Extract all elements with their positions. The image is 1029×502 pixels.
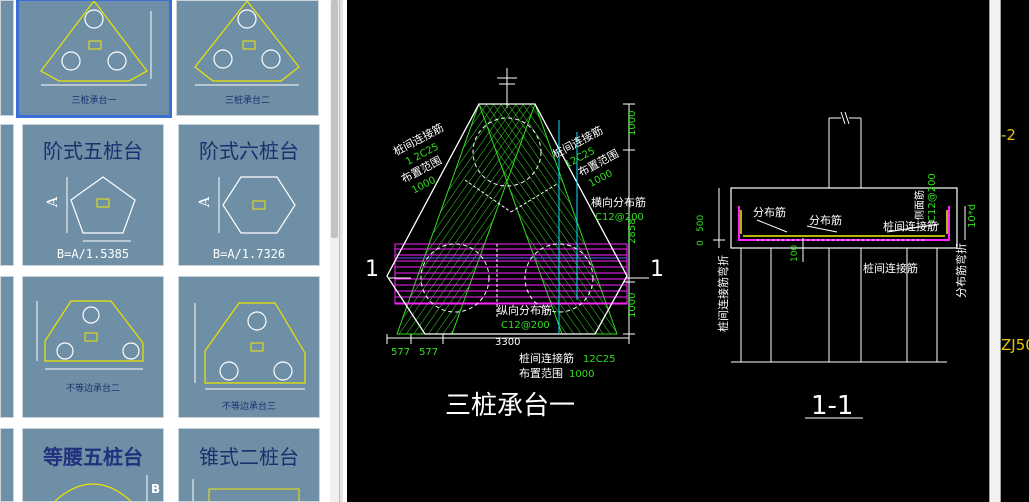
label-bottom-link: 桩间连接筋	[519, 351, 574, 365]
panel-splitter[interactable]	[339, 0, 343, 502]
sec-dim-100: 100	[790, 245, 800, 262]
sec-label-10d: 10*d	[967, 204, 978, 228]
label-trans-dist-spec: C12@200	[595, 212, 644, 223]
tile-conical-two-pile[interactable]: 锥式二桩台	[178, 428, 320, 502]
tile-shape-drawing: B	[54, 475, 160, 501]
dim-a-label: A	[197, 196, 213, 208]
tile-shape-drawing	[192, 479, 300, 501]
tile-stepped-five-pile[interactable]: 阶式五桩台 A B=A/1.5385	[22, 124, 164, 266]
tile-three-pile-cap-two[interactable]: 三桩承台二	[176, 0, 319, 116]
dim-left-a: 577	[391, 347, 410, 358]
tile-three-pile-cap-one[interactable]: 三桩承台一	[16, 0, 172, 118]
cad-drawing: 1 1 1000 2858 1000 577 577 3300 桩间连接筋 1 …	[365, 68, 978, 421]
dim-bottom: 1000	[627, 293, 638, 318]
tile-formula: B=A/1.5385	[56, 247, 130, 261]
sec-label-dist1: 分布筋	[753, 205, 786, 219]
right-preview-panel: -2 ZJ50	[989, 0, 1029, 502]
label-bottom-range: 布置范围	[519, 366, 563, 380]
dim-left-b: 577	[419, 347, 438, 358]
sec-dim-0: 0	[696, 240, 706, 246]
section-title: 1-1	[811, 391, 853, 421]
tile-caption: 不等边承台三	[221, 402, 276, 412]
template-gallery: 三桩承台一 三桩承台二 阶式五桩台 A B=A/1.5385 阶式六桩台 A B…	[0, 0, 343, 502]
label-trans-dist: 横向分布筋	[591, 195, 646, 209]
dim-width: 3300	[495, 337, 520, 348]
right-label-top: -2	[1001, 126, 1016, 144]
label-bottom-range-val: 1000	[569, 369, 594, 380]
sec-label-side: 侧面筋	[913, 190, 926, 220]
tile-shape-drawing: A	[197, 176, 296, 234]
sec-label-side-spec: C12@200	[927, 173, 938, 222]
sec-label-bend-right: 分布筋弯折	[954, 243, 968, 298]
section-view	[713, 111, 966, 363]
tile-unequal-cap-three[interactable]: 不等边承台三	[178, 276, 320, 418]
tile-partial[interactable]	[0, 0, 14, 116]
section-marker-right: 1	[650, 257, 664, 282]
sec-label-link-bottom: 桩间连接筋	[863, 261, 918, 275]
tile-stepped-six-pile[interactable]: 阶式六桩台 A B=A/1.7326	[178, 124, 320, 266]
dim-b-label: B	[151, 482, 160, 496]
label-long-dist-spec: C12@200	[501, 320, 550, 331]
tile-shape-drawing	[194, 302, 306, 390]
sec-label-dist2: 分布筋	[809, 213, 842, 227]
tile-partial[interactable]	[0, 124, 14, 266]
tile-formula: B=A/1.7326	[212, 247, 286, 261]
dim-a-label: A	[45, 196, 61, 208]
label-long-dist: 纵向分布筋	[497, 303, 552, 317]
tile-caption: 三桩承台二	[224, 96, 270, 106]
section-marker-left: 1	[365, 257, 379, 282]
plan-title: 三桩承台一	[445, 391, 575, 421]
tile-caption: 三桩承台一	[71, 96, 117, 106]
right-label-bottom: ZJ50	[1001, 336, 1029, 354]
cad-drawing-canvas[interactable]: 1 1 1000 2858 1000 577 577 3300 桩间连接筋 1 …	[347, 0, 989, 502]
bottom-link-band	[394, 243, 628, 305]
gallery-scrollbar-thumb[interactable]	[331, 0, 338, 238]
tile-unequal-cap-two[interactable]: 不等边承台二	[22, 276, 164, 418]
tile-shape-drawing	[36, 300, 144, 370]
gallery-scrollbar[interactable]	[330, 0, 339, 502]
right-panel-border[interactable]	[989, 0, 1001, 502]
label-bottom-link-spec: 12C25	[583, 354, 615, 365]
dim-top: 1000	[627, 111, 638, 136]
tile-partial[interactable]	[0, 276, 14, 418]
tile-partial[interactable]	[0, 428, 14, 502]
tile-caption: 不等边承台二	[65, 384, 120, 394]
sec-label-bend-left: 桩间连接筋弯折	[716, 255, 730, 332]
sec-dim-500: 500	[696, 215, 706, 232]
tile-shape-drawing: A	[45, 176, 136, 242]
tile-isosceles-five-pile[interactable]: 等腰五桩台 B	[22, 428, 164, 502]
